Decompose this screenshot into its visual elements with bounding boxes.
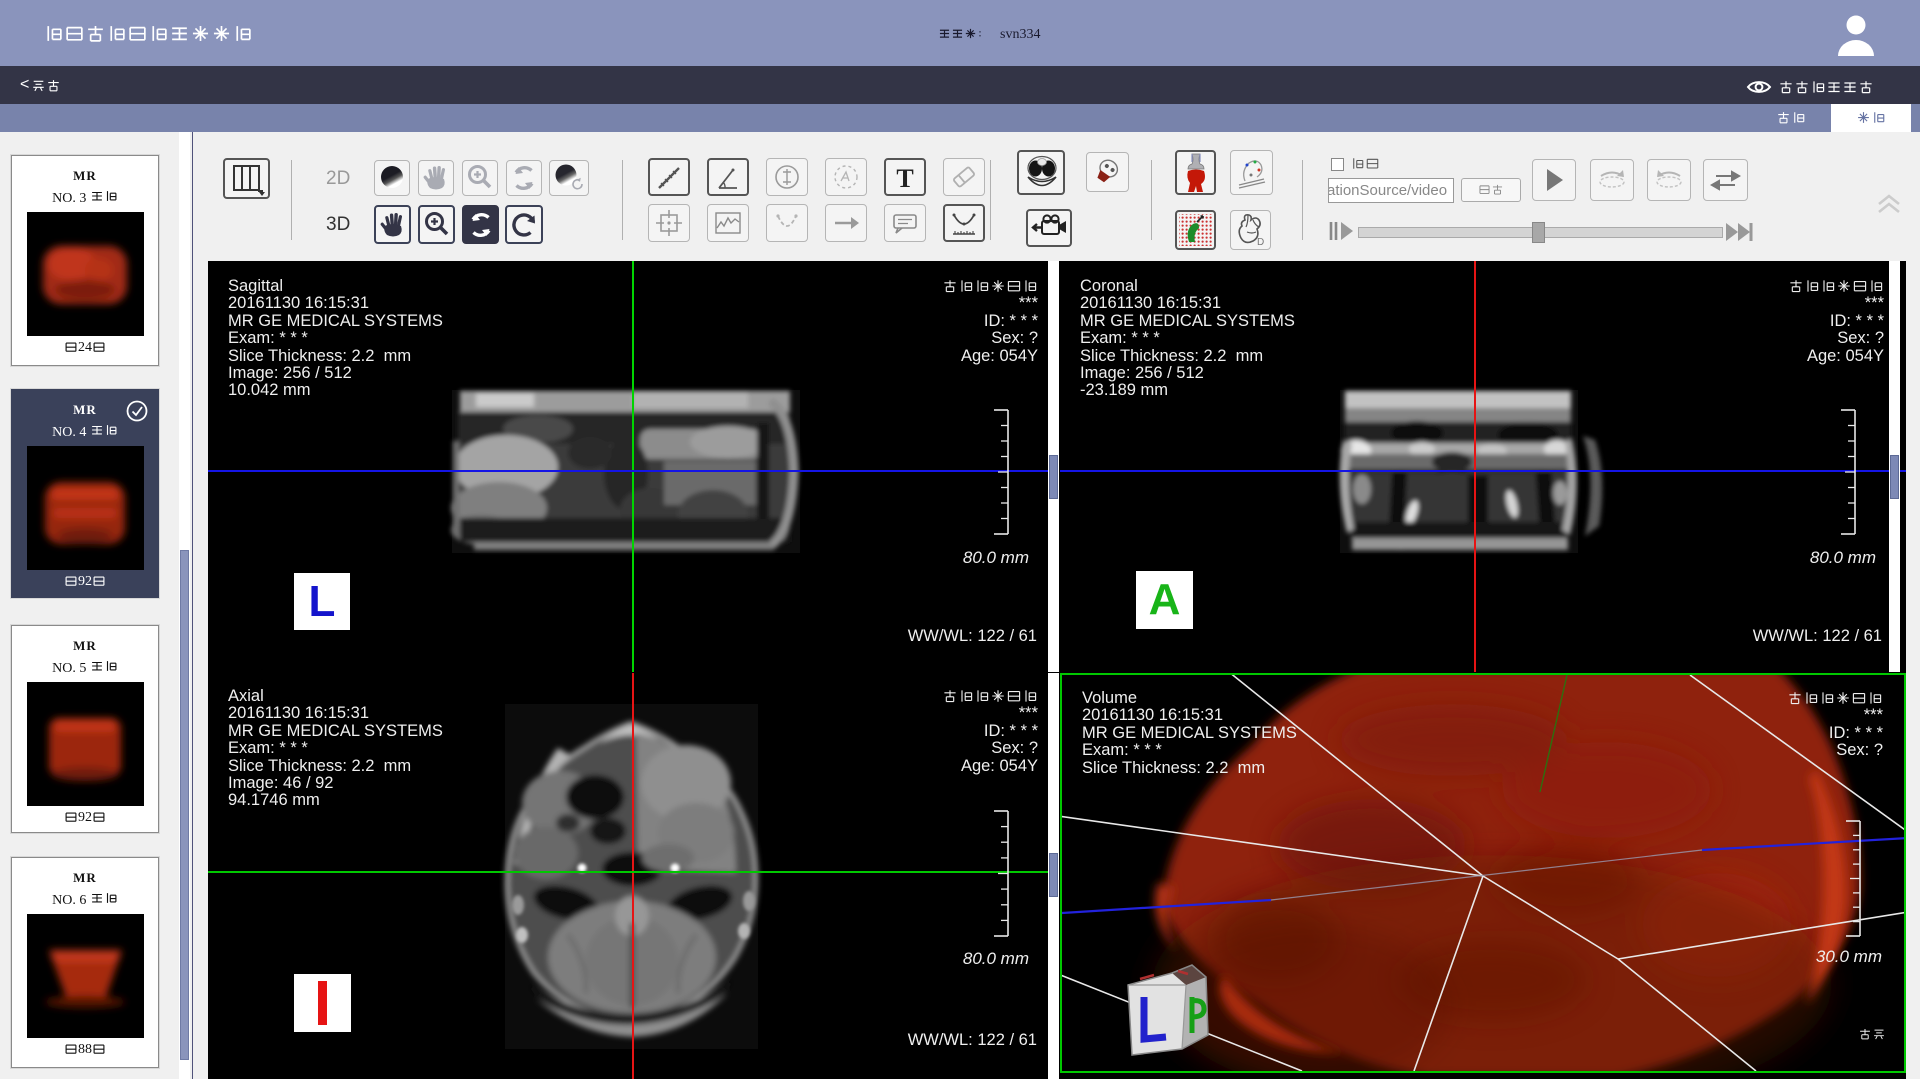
- svg-text:T: T: [896, 164, 913, 193]
- svg-text:D: D: [1257, 237, 1264, 248]
